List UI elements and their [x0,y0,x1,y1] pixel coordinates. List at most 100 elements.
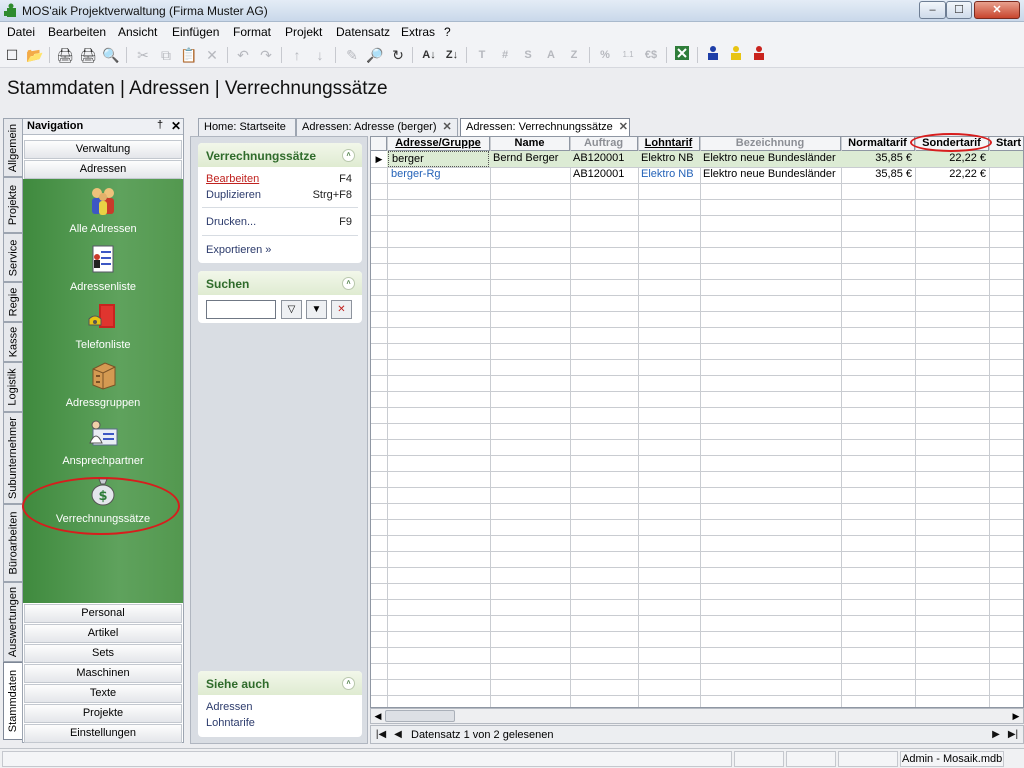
collapse-icon[interactable]: ˄ [342,677,355,690]
menu-projekt[interactable]: Projekt [285,25,322,39]
side-tab-kasse[interactable]: Kasse [3,322,22,362]
section-header[interactable]: Siehe auch ˄ [198,671,362,695]
menu-extras[interactable]: Extras [401,25,435,39]
tab-close-icon[interactable]: ✕ [443,121,452,133]
grid-cell[interactable]: Elektro NB [638,167,700,183]
nav-button-texte[interactable]: Texte [24,684,182,703]
nav-button-adressen[interactable]: Adressen [24,160,182,179]
grid-cell[interactable]: 22,22 € [915,151,989,167]
user-blue-icon[interactable] [703,45,723,65]
nav-button-sets[interactable]: Sets [24,644,182,663]
redo-icon[interactable]: ↷ [256,45,276,65]
menu-datei[interactable]: Datei [7,25,35,39]
print-icon[interactable]: 🖨 [55,45,75,65]
refresh-icon[interactable]: ↻ [388,45,408,65]
menu-help[interactable]: ? [444,25,451,39]
tab-startseite[interactable]: Home: Startseite [198,118,296,136]
nav-button-verwaltung[interactable]: Verwaltung [24,140,182,159]
grid-cell[interactable]: berger-Rg [388,167,489,183]
nav-item-alle-adressen[interactable]: Alle Adressen [23,185,183,241]
grid-cell[interactable]: AB120001 [570,151,638,167]
link-adressen[interactable]: Adressen [206,701,252,713]
currency-icon[interactable]: €$ [641,45,661,65]
search-input[interactable] [206,300,276,319]
sort-ascending-icon[interactable]: A↓ [419,45,439,65]
side-tab-service[interactable]: Service [3,233,22,282]
paste-icon[interactable]: 📋 [179,45,199,65]
minimize-button[interactable]: – [919,1,946,19]
first-record-icon[interactable]: |◀ [373,727,389,742]
clear-filter-icon[interactable]: ✕ [331,300,352,319]
sort-descending-icon[interactable]: Z↓ [442,45,462,65]
side-tab-subunternehmer[interactable]: Subunternehmer [3,412,22,504]
filter-icon[interactable]: ▽ [281,300,302,319]
nav-button-artikel[interactable]: Artikel [24,624,182,643]
percent-icon[interactable]: % [595,45,615,65]
menu-format[interactable]: Format [233,25,271,39]
edit-pencil-icon[interactable]: ✎ [342,45,362,65]
grid-cell[interactable] [490,167,570,183]
open-folder-icon[interactable]: 📂 [25,45,45,65]
pin-icon[interactable]: † [157,119,163,131]
nav-button-maschinen[interactable]: Maschinen [24,664,182,683]
horizontal-scrollbar[interactable]: ◀ ▶ [370,708,1024,724]
menu-bearbeiten[interactable]: Bearbeiten [48,25,106,39]
side-tab-logistik[interactable]: Logistik [3,362,22,412]
print-preview-icon[interactable]: 🔍 [101,45,121,65]
maximize-button[interactable]: ☐ [946,1,972,19]
find-icon[interactable]: 🔎 [365,45,385,65]
next-record-icon[interactable]: ▶ [988,727,1004,742]
grid-cell[interactable]: AB120001 [570,167,638,183]
tab-verrechnungssaetze[interactable]: Adressen: Verrechnungssätze ✕ [460,118,630,136]
link-lohntarife[interactable]: Lohntarife [206,717,255,729]
collapse-icon[interactable]: ˄ [342,149,355,162]
menu-einfuegen[interactable]: Einfügen [172,25,219,39]
grid-cell[interactable]: Elektro neue Bundesländer [700,151,841,167]
nav-button-projekte[interactable]: Projekte [24,704,182,723]
print-multiple-icon[interactable]: 🖨 [78,45,98,65]
action-bearbeiten[interactable]: Bearbeiten [206,173,259,185]
side-tab-projekte[interactable]: Projekte [3,177,22,233]
action-duplizieren[interactable]: Duplizieren [206,189,261,201]
scroll-left-icon[interactable]: ◀ [371,709,385,723]
grid-cell[interactable]: Bernd Berger [490,151,570,167]
close-icon[interactable]: ✕ [171,119,181,133]
side-tab-regie[interactable]: Regie [3,282,22,322]
scroll-right-icon[interactable]: ▶ [1009,709,1023,723]
grid-cell[interactable]: 22,22 € [915,167,989,183]
grid-cell[interactable]: Elektro NB [638,151,700,167]
side-tab-allgemein[interactable]: Allgemein [3,118,22,177]
nav-item-telefonliste[interactable]: Telefonliste [23,301,183,357]
collapse-icon[interactable]: ˄ [342,277,355,290]
side-tab-stammdaten[interactable]: Stammdaten [3,662,22,740]
grid-cell[interactable]: 35,85 € [841,151,915,167]
nav-button-einstellungen[interactable]: Einstellungen [24,724,182,743]
grid-cell[interactable]: 35,85 € [841,167,915,183]
number-format-icon[interactable]: # [495,45,515,65]
move-up-icon[interactable]: ↑ [287,45,307,65]
s-format-icon[interactable]: S [518,45,538,65]
user-red-icon[interactable] [749,45,769,65]
section-header[interactable]: Suchen ˄ [198,271,362,295]
close-window-button[interactable]: ✕ [974,1,1020,19]
excel-icon[interactable] [672,45,692,65]
last-record-icon[interactable]: ▶| [1005,727,1021,742]
tab-adresse-berger[interactable]: Adressen: Adresse (berger) ✕ [296,118,458,136]
undo-icon[interactable]: ↶ [233,45,253,65]
nav-item-ansprechpartner[interactable]: Ansprechpartner [23,417,183,473]
grid-cell[interactable]: Elektro neue Bundesländer [700,167,841,183]
nav-item-adressgruppen[interactable]: Adressgruppen [23,359,183,415]
text-format-icon[interactable]: T [472,45,492,65]
move-down-icon[interactable]: ↓ [310,45,330,65]
action-drucken[interactable]: Drucken... [206,216,256,228]
copy-icon[interactable]: ⧉ [156,45,176,65]
menu-datensatz[interactable]: Datensatz [336,25,390,39]
z-format-icon[interactable]: Z [564,45,584,65]
side-tab-auswertungen[interactable]: Auswertungen [3,582,22,662]
scroll-thumb[interactable] [385,710,455,722]
filter-list-icon[interactable]: ▼ [306,300,327,319]
user-yellow-icon[interactable] [726,45,746,65]
delete-icon[interactable]: ✕ [202,45,222,65]
side-tab-bueroarbeiten[interactable]: Büroarbeiten [3,504,22,582]
section-header[interactable]: Verrechnungssätze ˄ [198,143,362,167]
